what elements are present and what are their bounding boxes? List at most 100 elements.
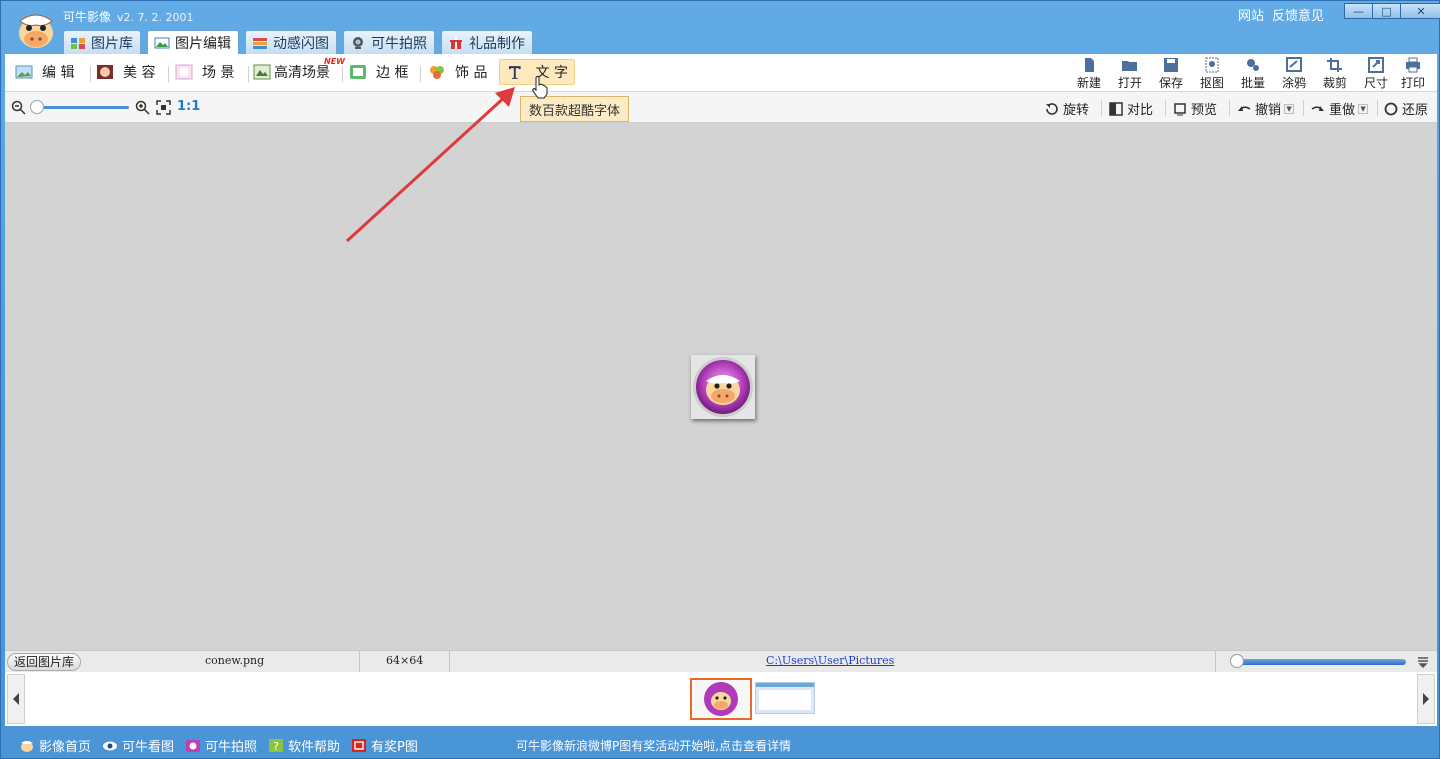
- tab-image-edit-label: 图片编辑: [175, 35, 231, 52]
- divider: [168, 66, 169, 82]
- list-menu-icon[interactable]: [1416, 655, 1430, 669]
- red-arrow-annotation: [345, 87, 515, 243]
- tool-hd-scene[interactable]: 高清场景: [253, 59, 330, 85]
- tool-edit[interactable]: 编 辑: [15, 59, 74, 85]
- close-button[interactable]: ✕: [1400, 3, 1440, 19]
- resize-icon: [1368, 57, 1384, 73]
- view-toolbar: 1:1 旋转 对比 预览 撤销 ▼ 重做 ▼ 还原: [5, 92, 1437, 123]
- chevron-down-icon[interactable]: ▼: [1284, 103, 1295, 114]
- print-button[interactable]: 打印: [1396, 57, 1430, 91]
- zoom-out-icon[interactable]: [11, 100, 27, 116]
- feature-toolbar: 编 辑 美 容 场 景 高清场景 NEW 边 框 饰 品 文 字 新建 打开 保…: [5, 54, 1437, 92]
- restore-circle-icon: [1384, 102, 1398, 115]
- thumbnail-size-slider[interactable]: [1232, 659, 1406, 665]
- website-link[interactable]: 网站: [1238, 9, 1264, 24]
- preview-button[interactable]: 预览: [1173, 99, 1217, 118]
- tool-accessory-label: 饰 品: [455, 65, 488, 81]
- crop-icon: [1327, 58, 1342, 72]
- open-button[interactable]: 打开: [1113, 57, 1147, 91]
- tab-gallery[interactable]: 图片库: [63, 30, 141, 54]
- prize-link-label: 有奖P图: [371, 740, 418, 755]
- news-ticker[interactable]: 可牛影像新浪微博P图有奖活动开始啦,点击查看详情: [516, 737, 791, 754]
- printer-icon: [1406, 57, 1420, 73]
- folder-open-icon: [1122, 61, 1137, 71]
- divider: [248, 66, 249, 82]
- save-button[interactable]: 保存: [1154, 57, 1188, 91]
- divider: [359, 651, 360, 673]
- tab-camera-label: 可牛拍照: [371, 35, 427, 52]
- scroll-right-button[interactable]: [1417, 674, 1435, 724]
- camera-link[interactable]: 可牛拍照: [185, 736, 257, 755]
- restore-button[interactable]: 还原: [1384, 99, 1428, 118]
- preview-label: 预览: [1191, 103, 1218, 118]
- tab-gift[interactable]: 礼品制作: [441, 30, 533, 54]
- edited-image: [691, 355, 755, 419]
- tab-animated-image[interactable]: 动感闪图: [245, 30, 337, 54]
- help-icon: ?: [269, 739, 283, 753]
- thumbnail-size-slider-thumb[interactable]: [1230, 654, 1245, 668]
- new-button[interactable]: 新建: [1072, 57, 1106, 91]
- maximize-button[interactable]: □: [1372, 3, 1401, 19]
- back-to-gallery-button[interactable]: 返回图片库: [7, 653, 82, 671]
- print-label: 打印: [1400, 76, 1425, 90]
- fit-screen-icon[interactable]: [156, 100, 171, 115]
- beauty-face-icon: [97, 65, 113, 79]
- scroll-left-button[interactable]: [7, 674, 25, 724]
- folder-path-link[interactable]: C:\Users\User\Pictures: [766, 654, 894, 667]
- scene-icon: [175, 64, 193, 80]
- svg-text:?: ?: [273, 740, 279, 753]
- crop-button[interactable]: 裁剪: [1318, 57, 1352, 91]
- minimize-button[interactable]: —: [1344, 3, 1373, 19]
- new-label: 新建: [1076, 76, 1101, 90]
- save-disk-icon: [1164, 58, 1178, 72]
- divider: [449, 651, 450, 673]
- top-links: 网站 反馈意见: [1238, 5, 1332, 24]
- tab-gift-label: 礼品制作: [469, 35, 525, 52]
- help-link-label: 软件帮助: [288, 740, 341, 755]
- tab-image-edit[interactable]: 图片编辑: [147, 30, 239, 54]
- zoom-in-icon[interactable]: [135, 100, 151, 116]
- feedback-link[interactable]: 反馈意见: [1272, 9, 1324, 24]
- cow-app-image: [693, 357, 753, 417]
- divider: [1165, 100, 1166, 116]
- gift-icon: [450, 36, 462, 49]
- image-dimensions: 64×64: [386, 654, 424, 667]
- chevron-right-icon: [1423, 693, 1429, 705]
- camera-link-label: 可牛拍照: [205, 740, 258, 755]
- hand-cursor-icon: [532, 76, 548, 99]
- rotate-button[interactable]: 旋转: [1045, 99, 1089, 118]
- batch-button[interactable]: 批量: [1236, 57, 1270, 91]
- filmstrip-thumbnail-selected[interactable]: [690, 678, 752, 720]
- compare-button[interactable]: 对比: [1109, 99, 1153, 118]
- resize-button[interactable]: 尺寸: [1359, 57, 1393, 91]
- app-window: 可牛影像 v2. 7. 2. 2001 网站 反馈意见 — □ ✕ 图片库 图片编辑…: [0, 0, 1440, 759]
- zoom-slider-thumb[interactable]: [29, 100, 44, 114]
- tab-camera[interactable]: 可牛拍照: [343, 30, 435, 54]
- restore-label: 还原: [1402, 103, 1429, 118]
- undo-button[interactable]: 撤销 ▼: [1237, 99, 1295, 118]
- help-link[interactable]: ? 软件帮助: [268, 736, 340, 755]
- chevron-down-icon[interactable]: ▼: [1358, 103, 1369, 114]
- actual-size-button[interactable]: 1:1: [177, 99, 200, 114]
- image-canvas[interactable]: [5, 123, 1437, 650]
- rotate-label: 旋转: [1063, 103, 1090, 118]
- home-link[interactable]: 影像首页: [19, 736, 91, 755]
- redo-button[interactable]: 重做 ▼: [1311, 99, 1369, 118]
- save-label: 保存: [1158, 76, 1183, 90]
- cutout-button[interactable]: 抠图: [1195, 57, 1229, 91]
- prize-link[interactable]: 有奖P图: [351, 736, 418, 755]
- screenshot-thumbnail: [756, 683, 814, 710]
- doodle-label: 涂鸦: [1281, 76, 1306, 90]
- tool-scene[interactable]: 场 景: [175, 59, 234, 85]
- divider: [1303, 100, 1304, 116]
- gallery-icon: [71, 37, 85, 49]
- compare-label: 对比: [1127, 103, 1154, 118]
- tool-beauty[interactable]: 美 容: [96, 59, 155, 85]
- new-badge: NEW: [324, 57, 345, 66]
- doodle-button[interactable]: 涂鸦: [1277, 57, 1311, 91]
- viewer-link[interactable]: 可牛看图: [102, 736, 174, 755]
- filmstrip-thumbnail[interactable]: [755, 682, 815, 714]
- batch-label: 批量: [1240, 76, 1265, 90]
- zoom-slider[interactable]: [35, 106, 129, 109]
- undo-arrow-icon: [1238, 105, 1251, 111]
